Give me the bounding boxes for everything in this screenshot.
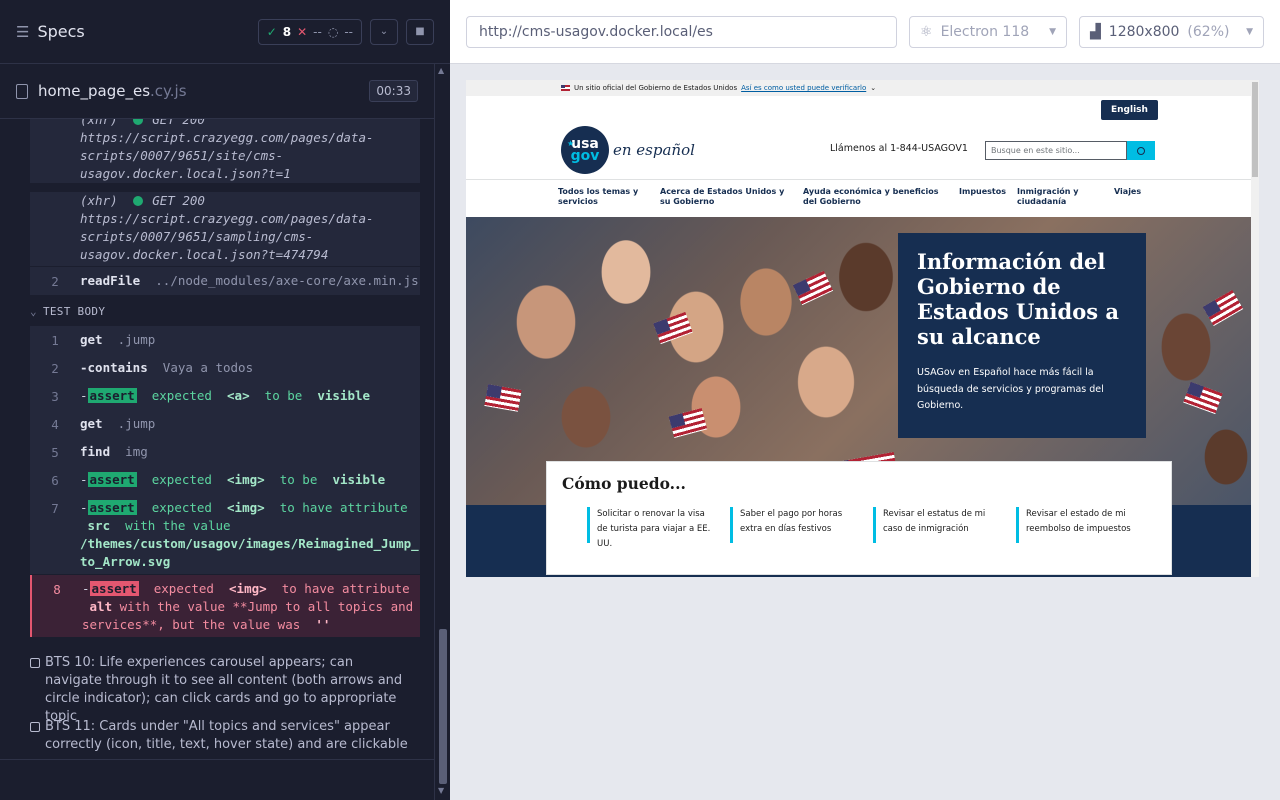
specs-header: ☰ Specs ✓ 8 ✕ -- ◌ -- ⌄ ■	[0, 0, 450, 64]
como-title: Cómo puedo...	[562, 474, 686, 493]
command-row[interactable]: 2 -contains Vaya a todos	[30, 354, 420, 382]
scrollbar-thumb[interactable]	[439, 629, 447, 784]
como-puedo-section: Cómo puedo... Solicitar o renovar la vis…	[546, 461, 1172, 575]
command-row[interactable]: 5 find img	[30, 438, 420, 466]
pending-icon	[30, 722, 40, 732]
nav-item[interactable]: Impuestos	[959, 187, 1006, 197]
xhr-log-2[interactable]: (xhr) GET 200 https://script.crazyegg.co…	[30, 192, 420, 266]
status-dot-icon	[132, 196, 143, 206]
app-scrollbar[interactable]	[1251, 80, 1259, 577]
duration-badge: 00:33	[369, 80, 418, 102]
site-search: Busque en este sitio...	[985, 141, 1155, 160]
search-button[interactable]	[1127, 141, 1155, 160]
chevron-down-icon: ▼	[1049, 27, 1056, 37]
scroll-up-icon: ▲	[438, 66, 445, 75]
gov-banner: Un sitio oficial del Gobierno de Estados…	[466, 80, 1259, 96]
stats-box: ✓ 8 ✕ -- ◌ --	[257, 18, 362, 45]
command-log: (xhr) GET 200 https://script.crazyegg.co…	[0, 119, 434, 759]
quick-link-card[interactable]: Solicitar o renovar la visa de turista p…	[587, 507, 712, 549]
pending-count: --	[344, 24, 353, 39]
star-icon: ★	[567, 139, 575, 148]
pending-test[interactable]: BTS 10: Life experiences carousel appear…	[30, 654, 410, 726]
reporter-panel: ☰ Specs ✓ 8 ✕ -- ◌ -- ⌄ ■ home_page_es.c…	[0, 0, 450, 800]
nav-item[interactable]: Ayuda económica y beneficios del Gobiern…	[803, 187, 948, 207]
check-icon: ✓	[266, 24, 277, 39]
viewport-selector[interactable]: ▟ 1280x800 (62%) ▼	[1079, 16, 1264, 48]
electron-icon: ⚛	[920, 24, 933, 40]
scroll-down-icon: ▼	[438, 786, 445, 795]
pending-icon	[30, 658, 40, 668]
assert-row[interactable]: 7 - assert expected <img> to have attribu…	[30, 494, 420, 574]
chevron-down-icon: ⌄	[30, 305, 37, 318]
specs-title[interactable]: Specs	[37, 22, 84, 41]
stop-button[interactable]: ■	[406, 18, 434, 45]
scrollbar[interactable]: ▲ ▼	[434, 64, 450, 800]
readfile-command[interactable]: 2 readFile ../node_modules/axe-core/axe.…	[30, 267, 420, 295]
assert-row[interactable]: 6 - assert expected <img> to be visible	[30, 466, 420, 494]
app-under-test: Un sitio oficial del Gobierno de Estados…	[466, 80, 1259, 577]
app-preview-panel: http://cms-usagov.docker.local/es ⚛ Elec…	[450, 0, 1280, 800]
x-icon: ✕	[297, 24, 308, 39]
failed-count: --	[313, 24, 322, 39]
usagov-logo[interactable]: ★ usa gov en español	[561, 126, 695, 174]
url-bar[interactable]: http://cms-usagov.docker.local/es	[466, 16, 897, 48]
hero-callout: Información del Gobierno de Estados Unid…	[898, 233, 1146, 438]
spec-filename: home_page_es.cy.js	[38, 82, 187, 100]
verify-link[interactable]: Así es como usted puede verificarlo	[741, 84, 866, 92]
test-body-section[interactable]: ⌄ TEST BODY	[30, 305, 111, 318]
nav-item[interactable]: Todos los temas y servicios	[558, 187, 643, 207]
ruler-icon: ▟	[1090, 24, 1101, 40]
reporter-footer	[0, 759, 434, 800]
menu-icon[interactable]: ☰	[16, 23, 29, 41]
browser-toolbar: http://cms-usagov.docker.local/es ⚛ Elec…	[450, 0, 1280, 64]
pending-test[interactable]: BTS 11: Cards under "All topics and serv…	[30, 718, 410, 754]
english-button[interactable]: English	[1101, 100, 1158, 120]
hero-title: Información del Gobierno de Estados Unid…	[917, 249, 1119, 349]
failed-assert-row[interactable]: 8 - assert expected <img> to have attribu…	[30, 575, 420, 637]
chevron-down-icon: ⌄	[870, 84, 877, 92]
search-input[interactable]: Busque en este sitio...	[985, 141, 1127, 160]
assert-row[interactable]: 3 - assert expected <a> to be visible	[30, 382, 420, 410]
nav-item[interactable]: Inmigración y ciudadanía	[1017, 187, 1087, 207]
command-row[interactable]: 1 get .jump	[30, 326, 420, 354]
chevron-down-icon[interactable]: ⌄	[370, 18, 398, 45]
spinner-icon: ◌	[327, 24, 339, 39]
browser-selector[interactable]: ⚛ Electron 118 ▼	[909, 16, 1067, 48]
xhr-log-1[interactable]: (xhr) GET 200 https://script.crazyegg.co…	[30, 119, 420, 183]
phone-number[interactable]: Llámenos al 1-844-USAGOV1	[830, 143, 968, 154]
us-flag-icon	[561, 85, 570, 91]
quick-link-card[interactable]: Revisar el estado de mi reembolso de imp…	[1016, 507, 1141, 543]
passed-count: 8	[282, 24, 292, 39]
nav-item[interactable]: Viajes	[1114, 187, 1141, 197]
nav-item[interactable]: Acerca de Estados Unidos y su Gobierno	[660, 187, 790, 207]
hero-text: USAGov en Español hace más fácil la búsq…	[917, 367, 1104, 411]
spec-file-bar: home_page_es.cy.js 00:33	[0, 64, 434, 119]
chevron-down-icon: ▼	[1246, 27, 1253, 37]
status-dot-icon	[132, 119, 143, 125]
quick-link-card[interactable]: Revisar el estatus de mi caso de inmigra…	[873, 507, 998, 543]
command-row[interactable]: 4 get .jump	[30, 410, 420, 438]
quick-link-card[interactable]: Saber el pago por horas extra en días fe…	[730, 507, 855, 543]
file-icon	[16, 83, 28, 99]
